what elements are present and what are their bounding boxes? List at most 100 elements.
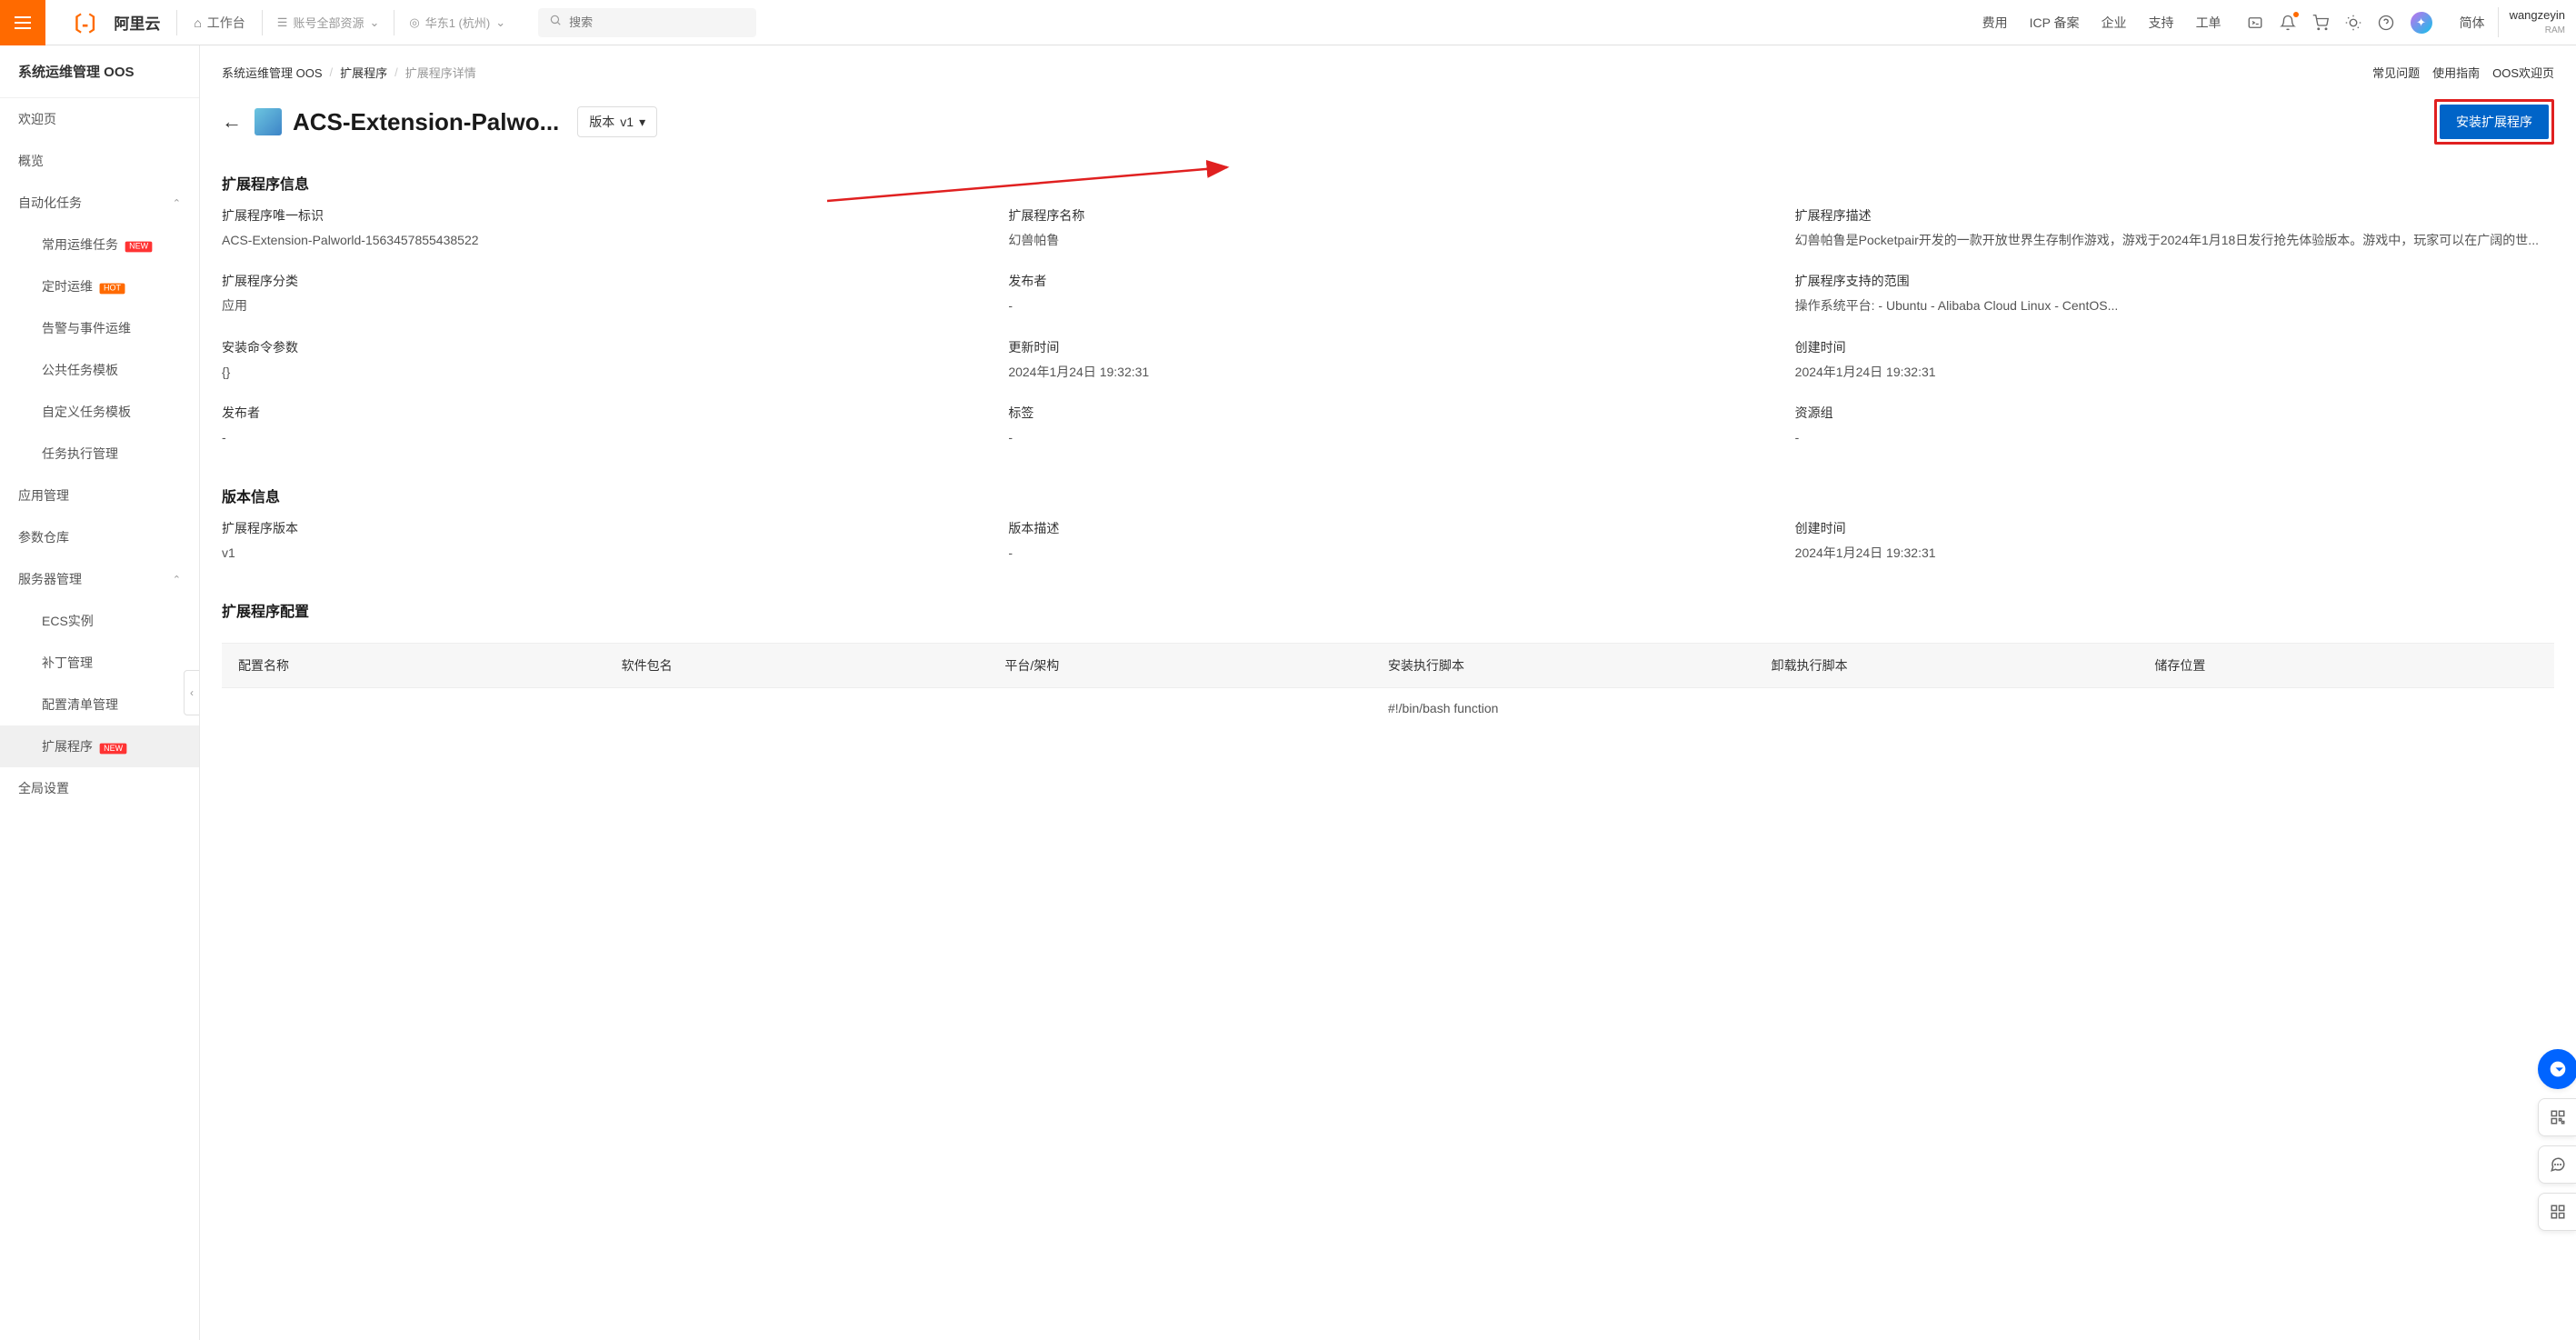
language-selector[interactable]: 简体: [2447, 14, 2498, 32]
sidebar-item[interactable]: 全局设置: [0, 767, 199, 809]
feedback-icon[interactable]: [2538, 1145, 2576, 1184]
chevron-down-icon: ⌄: [369, 15, 379, 30]
sidebar-item[interactable]: 扩展程序NEW: [0, 725, 199, 767]
info-label: 扩展程序描述: [1795, 206, 2554, 225]
sidebar-item[interactable]: 常用运维任务NEW: [0, 224, 199, 265]
sidebar-item[interactable]: 定时运维HOT: [0, 265, 199, 307]
table-col-header: 卸载执行脚本: [1772, 656, 2155, 675]
info-value: 2024年1月24日 19:32:31: [1795, 362, 2554, 382]
info-value: v1: [222, 543, 981, 563]
user-box[interactable]: wangzeyin RAM: [2498, 7, 2576, 36]
cart-icon[interactable]: [2312, 15, 2329, 31]
info-value: 操作系统平台: - Ubuntu - Alibaba Cloud Linux -…: [1795, 295, 2554, 315]
info-item: 创建时间2024年1月24日 19:32:31: [1795, 519, 2554, 563]
workspace-label: 工作台: [207, 14, 245, 32]
table-cell: [1004, 701, 1388, 715]
info-value: 应用: [222, 295, 981, 315]
search-box[interactable]: [538, 8, 756, 37]
info-item: 资源组-: [1795, 404, 2554, 447]
info-item: 版本描述-: [1008, 519, 1767, 563]
search-input[interactable]: [569, 15, 745, 29]
logo-text: 阿里云: [114, 11, 160, 34]
chat-icon[interactable]: [2538, 1049, 2576, 1089]
sidebar-title: 系统运维管理 OOS: [0, 45, 199, 98]
notification-icon[interactable]: [2280, 15, 2296, 31]
back-arrow[interactable]: ←: [222, 110, 242, 134]
info-value: {}: [222, 362, 981, 382]
logo[interactable]: 〔-〕 阿里云: [45, 8, 176, 37]
nav-enterprise[interactable]: 企业: [2091, 14, 2138, 32]
resource-selector[interactable]: ☰ 账号全部资源 ⌄: [263, 14, 394, 31]
content: 系统运维管理 OOS / 扩展程序 / 扩展程序详情 常见问题 使用指南 OOS…: [200, 45, 2576, 1340]
sidebar-collapse[interactable]: ‹: [184, 670, 200, 715]
hamburger-menu[interactable]: [0, 0, 45, 45]
section-version-title: 版本信息: [222, 475, 2554, 519]
info-label: 安装命令参数: [222, 338, 981, 356]
user-sub: RAM: [2510, 25, 2565, 37]
info-label: 扩展程序版本: [222, 519, 981, 537]
link-faq[interactable]: 常见问题: [2372, 64, 2420, 81]
region-label: 华东1 (杭州): [425, 14, 491, 31]
logo-icon: 〔-〕: [62, 8, 108, 37]
page-header: ← ACS-Extension-Palwo... 版本 v1 ▾ 安装扩展程序: [222, 94, 2554, 163]
cloudshell-icon[interactable]: [2247, 15, 2263, 31]
location-icon: ◎: [409, 15, 419, 30]
link-welcome[interactable]: OOS欢迎页: [2492, 64, 2554, 81]
sidebar-item[interactable]: ECS实例: [0, 600, 199, 642]
info-label: 扩展程序分类: [222, 272, 981, 290]
home-icon: ⌂: [194, 15, 201, 30]
section-config-title: 扩展程序配置: [222, 590, 2554, 634]
install-highlight: 安装扩展程序: [2434, 99, 2554, 145]
info-item: 扩展程序唯一标识ACS-Extension-Palworld-156345785…: [222, 206, 981, 250]
sidebar-item[interactable]: 自定义任务模板: [0, 391, 199, 433]
version-selector[interactable]: 版本 v1 ▾: [577, 106, 657, 137]
info-label: 更新时间: [1008, 338, 1767, 356]
table-cell: [622, 701, 1005, 715]
sidebar-item[interactable]: 自动化任务⌃: [0, 182, 199, 224]
sidebar-item[interactable]: 任务执行管理: [0, 433, 199, 475]
info-value: -: [1008, 295, 1767, 315]
install-button[interactable]: 安装扩展程序: [2440, 105, 2549, 139]
info-item: 扩展程序支持的范围操作系统平台: - Ubuntu - Alibaba Clou…: [1795, 272, 2554, 315]
nav-ticket[interactable]: 工单: [2185, 14, 2232, 32]
nav-billing[interactable]: 费用: [1972, 14, 2019, 32]
info-grid: 扩展程序唯一标识ACS-Extension-Palworld-156345785…: [222, 206, 2554, 475]
version-label: 版本: [589, 113, 614, 131]
region-selector[interactable]: ◎ 华东1 (杭州) ⌄: [394, 14, 520, 31]
chevron-down-icon: ⌄: [495, 15, 505, 30]
help-icon[interactable]: [2378, 15, 2394, 31]
sidebar-item[interactable]: 概览: [0, 140, 199, 182]
table-cell: #!/bin/bash function: [1388, 701, 1772, 715]
sidebar-item[interactable]: 公共任务模板: [0, 349, 199, 391]
table-col-header: 配置名称: [238, 656, 622, 675]
breadcrumb: 系统运维管理 OOS / 扩展程序 / 扩展程序详情 常见问题 使用指南 OOS…: [222, 45, 2554, 94]
qrcode-icon[interactable]: [2538, 1098, 2576, 1136]
sidebar-item[interactable]: 告警与事件运维: [0, 307, 199, 349]
nav-support[interactable]: 支持: [2138, 14, 2185, 32]
notification-dot: [2293, 12, 2299, 17]
nav-icp[interactable]: ICP 备案: [2019, 14, 2091, 32]
table-cell: [238, 701, 622, 715]
sidebar-item[interactable]: 配置清单管理: [0, 684, 199, 725]
search-icon: [549, 14, 562, 31]
version-value: v1: [620, 115, 634, 129]
top-nav: 费用 ICP 备案 企业 支持 工单: [1972, 14, 2232, 32]
table-cell: [2154, 701, 2538, 715]
info-label: 扩展程序名称: [1008, 206, 1767, 225]
breadcrumb-parent[interactable]: 扩展程序: [340, 64, 387, 81]
info-label: 发布者: [222, 404, 981, 422]
link-guide[interactable]: 使用指南: [2432, 64, 2480, 81]
sidebar-item[interactable]: 应用管理: [0, 475, 199, 516]
info-item: 创建时间2024年1月24日 19:32:31: [1795, 338, 2554, 382]
assistant-icon[interactable]: ✦: [2411, 12, 2432, 34]
user-name: wangzeyin: [2510, 7, 2565, 24]
sidebar-item[interactable]: 补丁管理: [0, 642, 199, 684]
apps-icon[interactable]: [2538, 1193, 2576, 1231]
theme-icon[interactable]: [2345, 15, 2361, 31]
sidebar-item[interactable]: 欢迎页: [0, 98, 199, 140]
info-label: 标签: [1008, 404, 1767, 422]
sidebar-item[interactable]: 参数仓库: [0, 516, 199, 558]
breadcrumb-root[interactable]: 系统运维管理 OOS: [222, 64, 323, 81]
workspace-link[interactable]: ⌂ 工作台: [177, 14, 261, 32]
sidebar-item[interactable]: 服务器管理⌃: [0, 558, 199, 600]
